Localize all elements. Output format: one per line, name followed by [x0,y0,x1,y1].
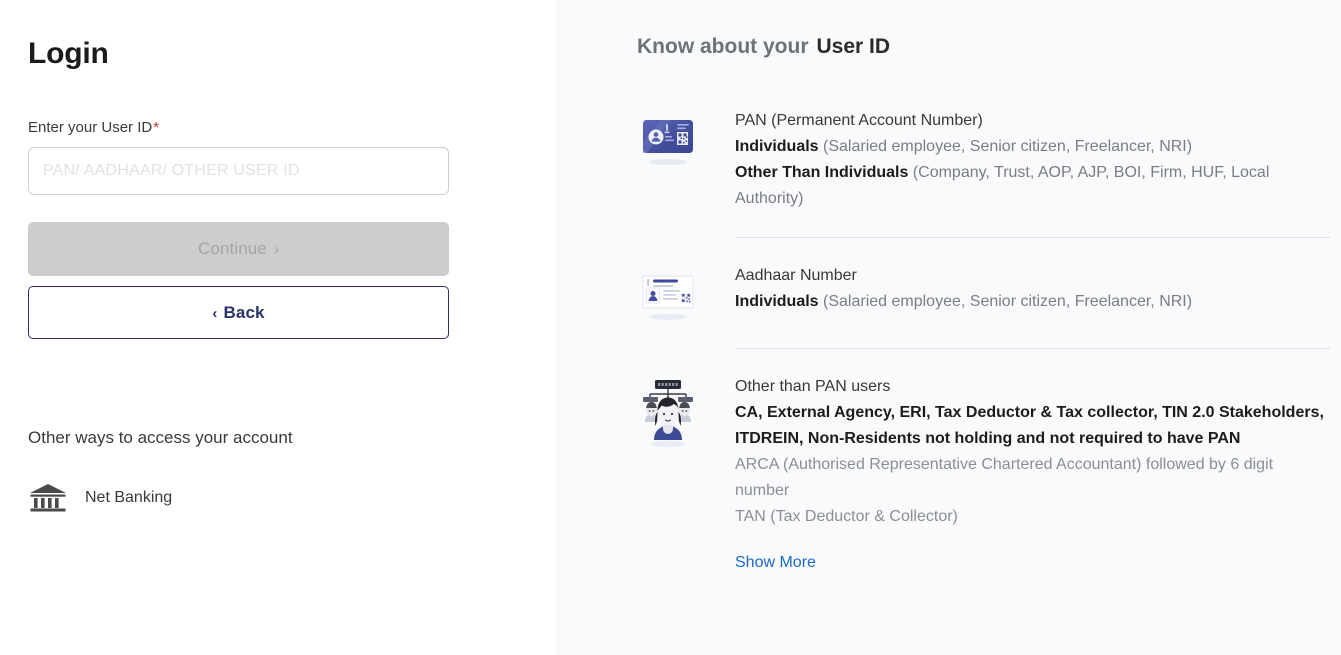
aadhaar-card-icon [637,263,735,323]
user-id-field-block: Enter your User ID* [28,118,556,195]
user-id-types-list: PAN (Permanent Account Number) Individua… [637,108,1330,574]
info-panel: Know about your User ID PAN (Permanent A… [556,0,1341,655]
continue-button[interactable]: Continue › [28,222,449,276]
item-title: PAN (Permanent Account Number) [735,112,983,129]
continue-label: Continue [198,239,267,258]
list-item-body: Aadhaar Number Individuals (Salaried emp… [735,263,1330,315]
list-item: Other than PAN users CA, External Agency… [637,374,1330,574]
item-muted-line: TAN (Tax Deductor & Collector) [735,508,958,525]
item-line-label: Other Than Individuals [735,164,909,181]
required-marker: * [153,119,160,136]
back-label: Back [223,302,265,322]
pan-card-icon [637,108,735,168]
item-line-detail: (Salaried employee, Senior citizen, Free… [818,138,1193,155]
chevron-right-icon: › [273,241,279,258]
item-line: Other Than Individuals (Company, Trust, … [735,160,1330,212]
list-item-body: Other than PAN users CA, External Agency… [735,374,1330,574]
info-header-subject: User ID [816,35,891,58]
item-bold-block: CA, External Agency, ERI, Tax Deductor &… [735,404,1324,447]
login-panel: Login Enter your User ID* Continue › ‹ Bac… [0,0,556,655]
bank-building-icon [28,482,68,514]
list-item: Aadhaar Number Individuals (Salaried emp… [637,263,1330,323]
other-ways-heading: Other ways to access your account [28,428,293,447]
item-line-detail: (Salaried employee, Senior citizen, Free… [818,293,1193,310]
login-page: Login Enter your User ID* Continue › ‹ Bac… [0,0,1341,655]
item-title: Other than PAN users [735,378,891,395]
net-banking-label: Net Banking [85,489,173,506]
user-id-label: Enter your User ID* [28,118,556,138]
item-title: Aadhaar Number [735,267,857,284]
chevron-left-icon: ‹ [212,304,218,322]
divider [735,348,1330,349]
other-users-icon [637,374,735,450]
show-more-link[interactable]: Show More [735,552,816,574]
list-item: PAN (Permanent Account Number) Individua… [637,108,1330,212]
item-line-label: Individuals [735,138,819,155]
back-button[interactable]: ‹ Back [28,286,449,339]
item-line-label: Individuals [735,293,819,310]
user-id-input[interactable] [28,147,449,195]
divider [735,237,1330,238]
page-title: Login [28,37,109,70]
net-banking-option[interactable]: Net Banking [28,482,258,514]
list-item-body: PAN (Permanent Account Number) Individua… [735,108,1330,212]
info-panel-header: Know about your User ID [637,32,1330,62]
item-line: Individuals (Salaried employee, Senior c… [735,134,1330,160]
user-id-label-text: Enter your User ID [28,119,153,136]
item-muted-line: ARCA (Authorised Representative Chartere… [735,456,1274,499]
item-line: Individuals (Salaried employee, Senior c… [735,289,1330,315]
info-header-prefix: Know about your [637,35,809,58]
